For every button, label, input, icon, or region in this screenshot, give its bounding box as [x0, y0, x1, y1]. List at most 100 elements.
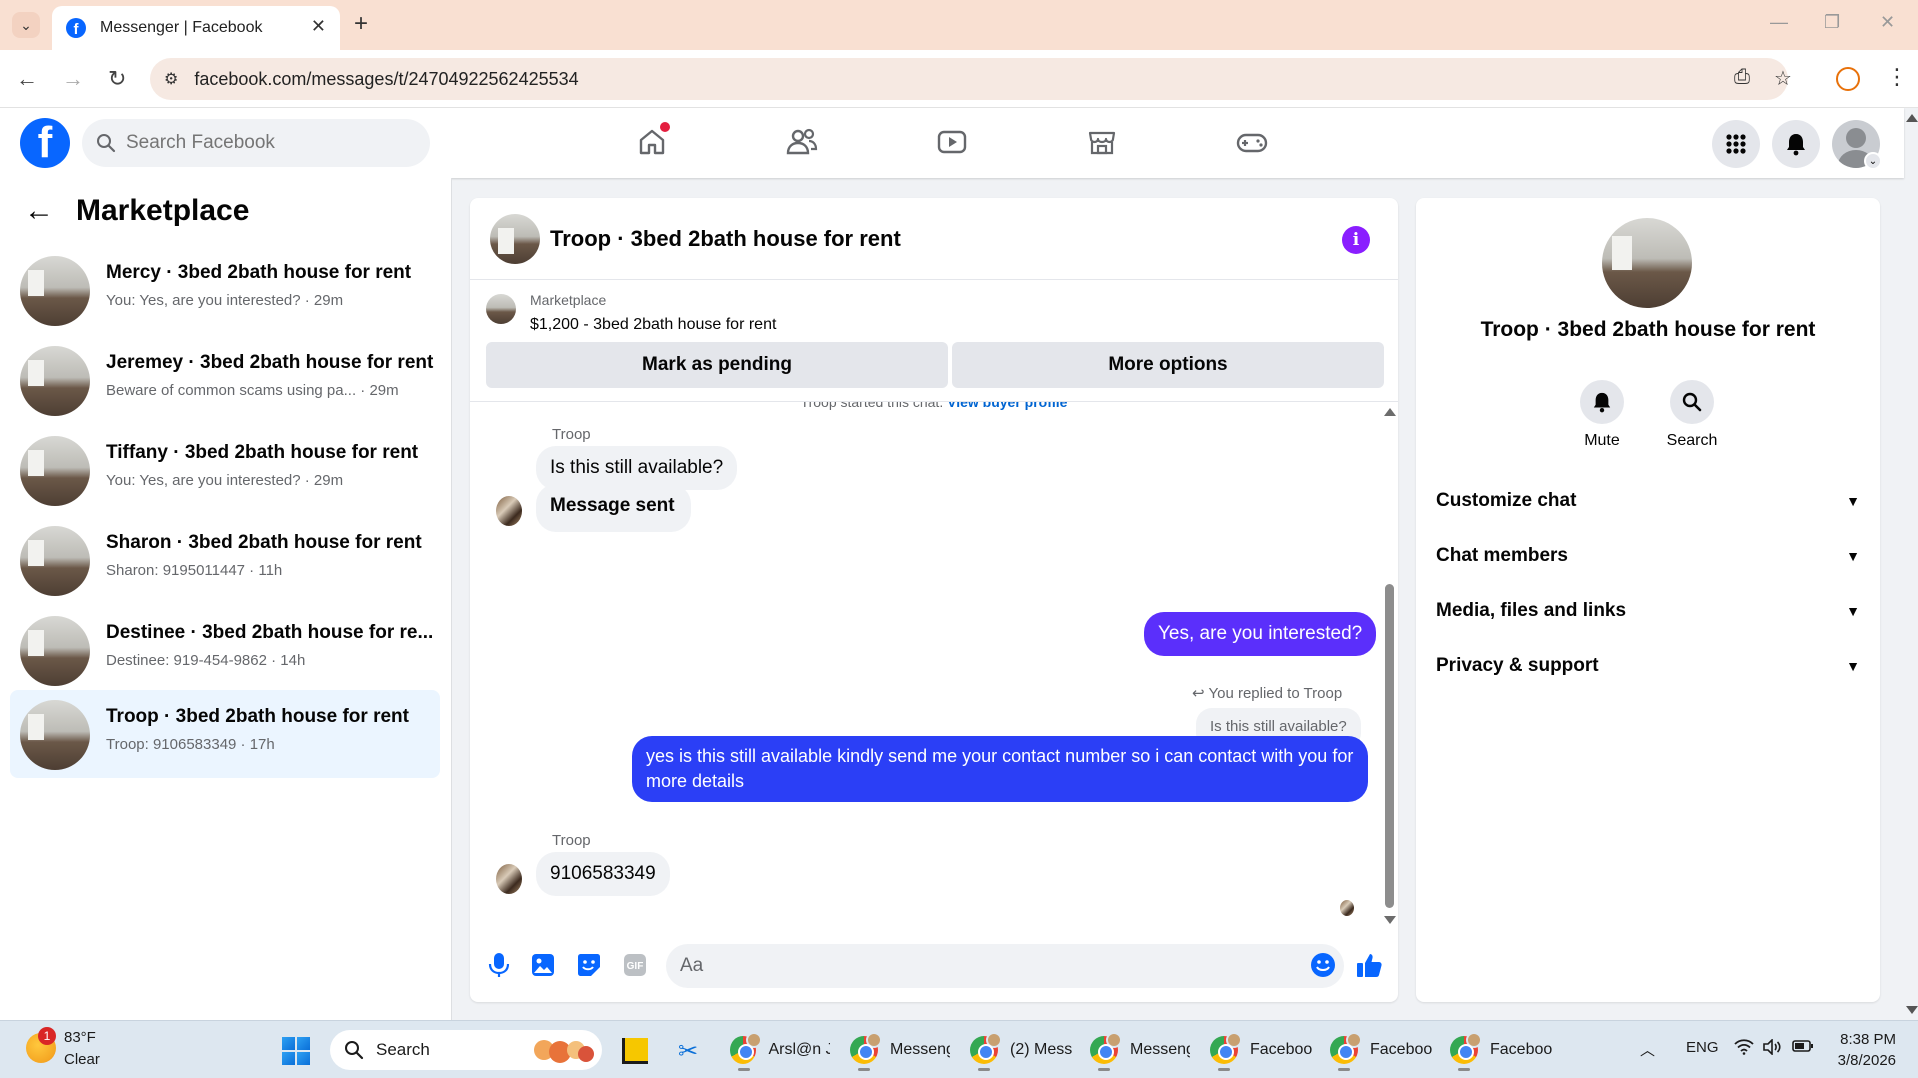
browser-profile-icon[interactable] — [1836, 67, 1860, 91]
conversation-item[interactable]: Sharon · 3bed 2bath house for rent Sharo… — [10, 516, 440, 604]
conversation-name: Tiffany · 3bed 2bath house for rent — [106, 442, 419, 463]
sticky-notes-icon[interactable] — [622, 1038, 648, 1064]
chrome-icon — [970, 1032, 1002, 1064]
privacy-support-section[interactable]: Privacy & support ▼ — [1436, 641, 1860, 691]
conversation-item[interactable]: Tiffany · 3bed 2bath house for rent You:… — [10, 426, 440, 514]
marketplace-nav-icon[interactable] — [1082, 122, 1122, 162]
gaming-nav-icon[interactable] — [1232, 122, 1272, 162]
customize-chat-section[interactable]: Customize chat ▼ — [1436, 476, 1860, 526]
conversation-item[interactable]: Jeremey · 3bed 2bath house for rent Bewa… — [10, 336, 440, 424]
install-app-icon[interactable]: ⎙ — [1734, 66, 1750, 89]
media-files-links-section[interactable]: Media, files and links ▼ — [1436, 586, 1860, 636]
facebook-logo[interactable]: f — [20, 118, 70, 168]
browser-tab[interactable]: f Messenger | Facebook ✕ — [52, 6, 340, 50]
clock-date: 3/8/2026 — [1837, 1052, 1896, 1069]
sidebar-title: Marketplace — [76, 194, 250, 227]
scroll-thumb[interactable] — [1385, 584, 1394, 908]
taskbar-chrome-window[interactable]: Faceboo — [1330, 1029, 1440, 1071]
scroll-down-arrow[interactable] — [1384, 916, 1396, 924]
address-bar[interactable]: ⚙ facebook.com/messages/t/24704922562425… — [150, 58, 1792, 100]
mark-pending-button[interactable]: Mark as pending — [486, 342, 948, 388]
search-in-chat-button[interactable]: Search — [1652, 380, 1732, 450]
window-close-icon[interactable]: ✕ — [1880, 12, 1895, 33]
forward-icon[interactable]: → — [62, 66, 84, 92]
listing-thumbnail[interactable] — [486, 294, 516, 324]
sender-name: Troop — [552, 426, 591, 443]
chat-members-section[interactable]: Chat members ▼ — [1436, 531, 1860, 581]
bookmark-star-icon[interactable]: ☆ — [1774, 66, 1792, 91]
scroll-up-arrow[interactable] — [1384, 408, 1396, 416]
gif-icon[interactable]: GIF — [620, 950, 650, 980]
taskbar-chrome-window[interactable]: Messeng — [850, 1029, 960, 1071]
taskbar-chrome-window[interactable]: Faceboo — [1450, 1029, 1560, 1071]
page-scroll-up-arrow[interactable] — [1906, 114, 1918, 122]
chevron-down-icon: ▼ — [1846, 658, 1860, 674]
weather-condition: Clear — [64, 1051, 100, 1068]
photo-icon[interactable] — [528, 950, 558, 980]
notifications-button[interactable] — [1772, 120, 1820, 168]
friends-nav-icon[interactable] — [782, 122, 822, 162]
chat-info-panel: Troop · 3bed 2bath house for rent Mute S… — [1416, 198, 1880, 1002]
tab-search-dropdown[interactable]: ⌄ — [12, 12, 40, 38]
message-input[interactable] — [666, 944, 1344, 988]
microphone-icon[interactable] — [484, 950, 514, 980]
volume-icon[interactable] — [1762, 1038, 1782, 1059]
outgoing-message[interactable]: Yes, are you interested? — [1144, 612, 1377, 656]
chevron-down-icon[interactable]: ⌄ — [1864, 152, 1882, 170]
minimize-icon[interactable]: — — [1770, 12, 1788, 33]
taskbar-chrome-window[interactable]: Messeng — [1090, 1029, 1200, 1071]
tray-overflow-chevron-icon[interactable]: ︿ — [1640, 1039, 1655, 1060]
taskbar-search[interactable]: Search — [330, 1030, 602, 1070]
url-text: facebook.com/messages/t/2470492256242553… — [194, 68, 579, 89]
chat-avatar[interactable] — [490, 214, 540, 264]
taskbar-chrome-window[interactable]: Arsl@n J — [730, 1029, 830, 1071]
listing-price-title[interactable]: $1,200 - 3bed 2bath house for rent — [530, 316, 776, 334]
page-scroll-down-arrow[interactable] — [1906, 1006, 1918, 1014]
windows-start-icon[interactable] — [282, 1037, 310, 1065]
facebook-search[interactable] — [82, 119, 430, 167]
chrome-icon — [1450, 1032, 1482, 1064]
conversation-name: Jeremey · 3bed 2bath house for rent — [106, 352, 434, 373]
sticker-icon[interactable] — [574, 950, 604, 980]
menu-grid-button[interactable] — [1712, 120, 1760, 168]
sender-avatar[interactable] — [496, 496, 522, 526]
outgoing-message[interactable]: yes is this still available kindly send … — [632, 736, 1368, 802]
message-thread[interactable]: Troop started this chat. View buyer prof… — [470, 402, 1398, 930]
reload-icon[interactable]: ↻ — [108, 66, 126, 92]
mute-label: Mute — [1584, 432, 1620, 449]
wifi-icon[interactable] — [1734, 1039, 1754, 1059]
chat-title[interactable]: Troop · 3bed 2bath house for rent — [550, 226, 901, 252]
site-info-icon[interactable]: ⚙ — [164, 69, 178, 89]
taskbar-chrome-window[interactable]: Faceboo — [1210, 1029, 1320, 1071]
chat-info-avatar[interactable] — [1602, 218, 1692, 308]
chrome-icon — [1090, 1032, 1122, 1064]
incoming-message[interactable]: 9106583349 — [536, 852, 670, 896]
new-tab-icon[interactable]: + — [354, 10, 368, 38]
info-icon[interactable]: i — [1342, 226, 1370, 254]
view-buyer-profile-link[interactable]: View buyer profile — [947, 402, 1067, 410]
back-icon[interactable]: ← — [16, 66, 38, 92]
restore-icon[interactable]: ❐ — [1824, 12, 1840, 33]
system-clock[interactable]: 8:38 PM 3/8/2026 — [1836, 1029, 1896, 1071]
conversation-item[interactable]: Mercy · 3bed 2bath house for rent You: Y… — [10, 246, 440, 334]
thread-scrollbar[interactable] — [1384, 408, 1396, 924]
reply-arrow-icon: ↩ — [1192, 685, 1209, 702]
more-options-button[interactable]: More options — [952, 342, 1384, 388]
back-arrow-icon[interactable]: ← — [24, 194, 54, 228]
incoming-message[interactable]: Message sent — [536, 484, 691, 532]
mute-button[interactable]: Mute — [1562, 380, 1642, 450]
sender-avatar[interactable] — [496, 864, 522, 894]
battery-icon[interactable] — [1792, 1039, 1814, 1057]
video-nav-icon[interactable] — [932, 122, 972, 162]
conversation-item-active[interactable]: Troop · 3bed 2bath house for rent Troop:… — [10, 690, 440, 778]
home-nav-icon[interactable] — [632, 122, 672, 162]
emoji-icon[interactable] — [1308, 950, 1338, 980]
tab-close-icon[interactable]: ✕ — [311, 16, 326, 37]
snipping-tool-icon[interactable]: ✂ — [678, 1037, 698, 1066]
conversation-item[interactable]: Destinee · 3bed 2bath house for re... De… — [10, 606, 440, 694]
like-thumbs-up-icon[interactable] — [1354, 950, 1384, 980]
input-language[interactable]: ENG — [1686, 1039, 1719, 1056]
search-input[interactable] — [126, 132, 386, 154]
browser-menu-icon[interactable]: ⋮ — [1886, 64, 1908, 90]
taskbar-chrome-window[interactable]: (2) Mess — [970, 1029, 1080, 1071]
